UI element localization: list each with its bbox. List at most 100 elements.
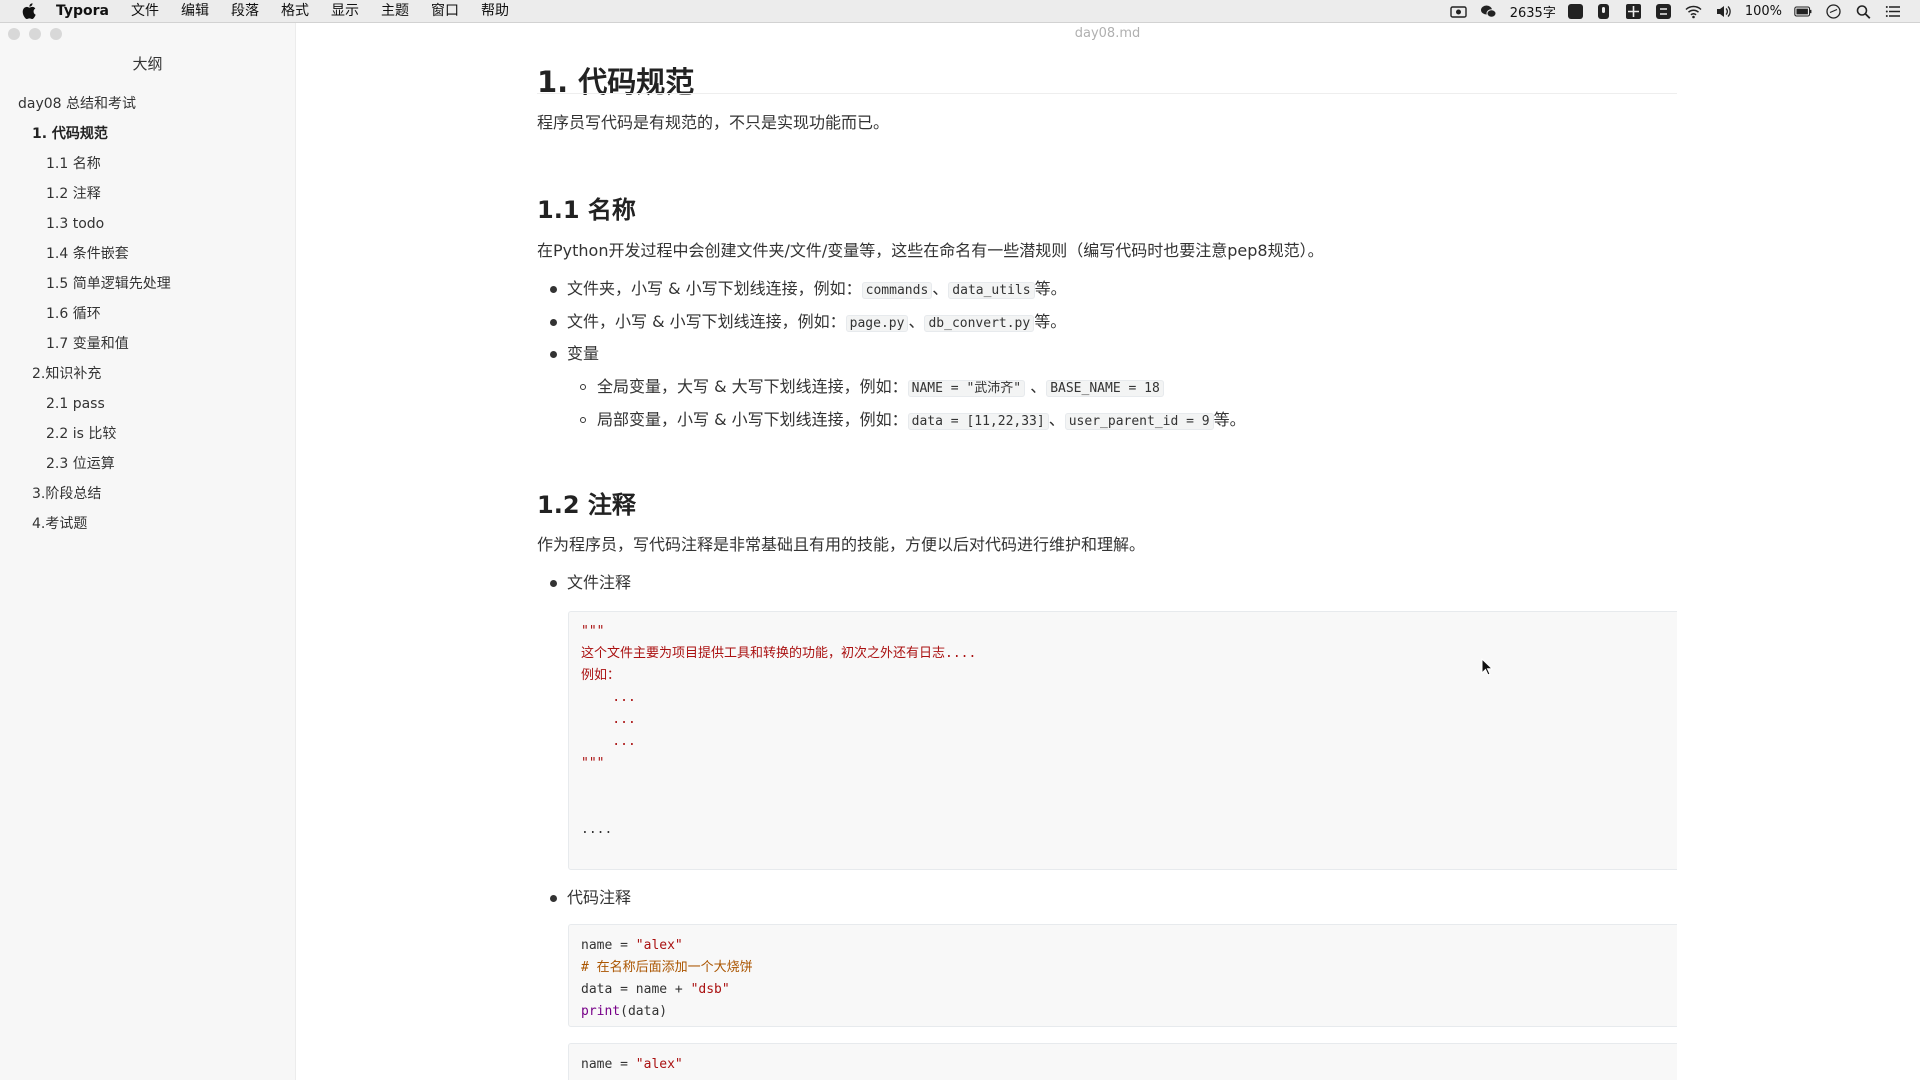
control-center-icon[interactable]	[1884, 3, 1902, 19]
list-item-local-var[interactable]: 局部变量，小写 & 小写下划线连接，例如： data = [11,22,33]、 u…	[597, 408, 1246, 434]
list-separator: 、	[908, 312, 925, 331]
code-token: name =	[581, 1057, 636, 1072]
list-text-end: 等。	[1034, 279, 1067, 298]
list-text-end: 等。	[1034, 312, 1067, 331]
comment-paragraph[interactable]: 作为程序员，写代码注释是非常基础且有用的技能，方便以后对代码进行维护和理解。	[537, 533, 1145, 557]
window-controls	[8, 28, 62, 40]
list-text: 文件，小写 & 小写下划线连接，例如：	[567, 312, 846, 331]
code-line: name = "alex"	[581, 1054, 683, 1076]
list-item-file[interactable]: 文件，小写 & 小写下划线连接，例如： page.py、 db_convert.py…	[567, 310, 1066, 336]
inline-code: BASE_NAME = 18	[1046, 380, 1164, 397]
code-line: """	[581, 1076, 604, 1080]
code-string: "alex"	[635, 938, 683, 953]
menu-paragraph[interactable]: 段落	[220, 0, 270, 22]
inline-code: data = [11,22,33]	[907, 413, 1049, 430]
outline-item[interactable]: 2.2 is 比较	[0, 419, 295, 449]
code-block-code-comment[interactable]: name = "alex" # 在名称后面添加一个大烧饼 data = name…	[568, 924, 1677, 1027]
list-item-file-comment[interactable]: 文件注释	[567, 571, 631, 595]
zoom-window-button[interactable]	[50, 28, 62, 40]
heading-divider	[537, 93, 1677, 94]
code-builtin: print	[581, 1004, 621, 1019]
minimize-window-button[interactable]	[29, 28, 41, 40]
outline-item[interactable]: 1.4 条件嵌套	[0, 239, 295, 269]
outline-item[interactable]: 2.知识补充	[0, 359, 295, 389]
list-separator: 、	[1048, 410, 1065, 429]
code-line: 这个文件主要为项目提供工具和转换的功能，初次之外还有日志....	[581, 646, 977, 661]
outline-item[interactable]: 2.3 位运算	[0, 449, 295, 479]
notification-icon[interactable]	[1824, 3, 1842, 19]
wifi-icon[interactable]	[1685, 3, 1703, 19]
bullet-dot	[550, 895, 557, 902]
sync-icon[interactable]	[1655, 3, 1673, 19]
outline-item[interactable]: 1.2 注释	[0, 179, 295, 209]
code-line: data = name + "dsb"	[581, 979, 730, 1001]
inline-code: commands	[861, 282, 933, 299]
inline-code: data_utils	[948, 282, 1035, 299]
wechat-icon[interactable]	[1480, 3, 1498, 19]
menu-file[interactable]: 文件	[120, 0, 170, 22]
outline-item[interactable]: 1.3 todo	[0, 209, 295, 239]
battery-percent[interactable]: 100%	[1745, 4, 1782, 19]
list-text: 文件夹，小写 & 小写下划线连接，例如：	[567, 279, 862, 298]
bullet-dot	[550, 286, 557, 293]
outline-item[interactable]: day08 总结和考试	[0, 89, 295, 119]
bullet-dot	[550, 319, 557, 326]
code-line: """	[581, 624, 605, 639]
volume-icon[interactable]	[1715, 3, 1733, 19]
search-icon[interactable]	[1854, 3, 1872, 19]
typora-window: 大纲 day08 总结和考试 1. 代码规范 1.1 名称 1.2 注释 1.3…	[0, 23, 1920, 1080]
outline-item[interactable]: 1.1 名称	[0, 149, 295, 179]
code-comment: # 在名称后面添加一个大烧饼	[581, 960, 753, 975]
menu-edit[interactable]: 编辑	[170, 0, 220, 22]
code-line: print(data)	[581, 1001, 667, 1023]
intro-paragraph[interactable]: 程序员写代码是有规范的，不只是实现功能而已。	[537, 111, 889, 135]
apple-icon[interactable]	[18, 0, 40, 22]
inline-code: db_convert.py	[924, 315, 1035, 332]
heading-1-1[interactable]: 1.1 名称	[537, 190, 636, 225]
battery-icon[interactable]	[1794, 3, 1812, 19]
naming-paragraph[interactable]: 在Python开发过程中会创建文件夹/文件/变量等，这些在命名有一些潜规则（编写…	[537, 239, 1324, 263]
outline-item[interactable]: 1.7 变量和值	[0, 329, 295, 359]
menu-format[interactable]: 格式	[270, 0, 320, 22]
mouse-pointer-icon	[1481, 658, 1493, 676]
menu-view[interactable]: 显示	[320, 0, 370, 22]
code-token: (data)	[620, 1004, 668, 1019]
code-block-file-comment[interactable]: """ 这个文件主要为项目提供工具和转换的功能，初次之外还有日志.... 例如：…	[568, 611, 1677, 870]
list-text: 全局变量，大写 & 大写下划线连接，例如：	[597, 377, 908, 396]
grid-icon[interactable]	[1625, 3, 1643, 19]
outline-item[interactable]: 1.5 简单逻辑先处理	[0, 269, 295, 299]
outline-sidebar: 大纲 day08 总结和考试 1. 代码规范 1.1 名称 1.2 注释 1.3…	[0, 23, 296, 1080]
outline-list: day08 总结和考试 1. 代码规范 1.1 名称 1.2 注释 1.3 to…	[0, 89, 295, 539]
list-item-folder[interactable]: 文件夹，小写 & 小写下划线连接，例如： commands、 data_utils 等…	[567, 277, 1067, 303]
bullet-dot	[550, 580, 557, 587]
editor-content[interactable]: 1. 代码规范 程序员写代码是有规范的，不只是实现功能而已。 1.1 名称 在P…	[537, 23, 1677, 1080]
outline-item[interactable]: 3.阶段总结	[0, 479, 295, 509]
outline-item[interactable]: 2.1 pass	[0, 389, 295, 419]
list-text: 局部变量，小写 & 小写下划线连接，例如：	[597, 410, 908, 429]
app-status-icon[interactable]	[1567, 3, 1583, 19]
heading-1[interactable]: 1. 代码规范	[537, 59, 694, 101]
outline-item[interactable]: 4.考试题	[0, 509, 295, 539]
screen-record-icon[interactable]	[1450, 3, 1468, 19]
list-item-global-var[interactable]: 全局变量，大写 & 大写下划线连接，例如： NAME = "武沛齐" 、 BASE_…	[597, 375, 1164, 401]
list-item-code-comment[interactable]: 代码注释	[567, 886, 631, 910]
code-line: ....	[581, 822, 613, 837]
word-count[interactable]: 2635字	[1510, 2, 1556, 21]
code-line: ...	[581, 712, 636, 727]
outline-item-active[interactable]: 1. 代码规范	[0, 119, 295, 149]
code-line: ...	[581, 690, 636, 705]
sub-bullet-circle	[580, 384, 586, 390]
outline-item[interactable]: 1.6 循环	[0, 299, 295, 329]
close-window-button[interactable]	[8, 28, 20, 40]
heading-1-2[interactable]: 1.2 注释	[537, 485, 636, 520]
code-line: ...	[581, 734, 636, 749]
menu-window[interactable]: 窗口	[420, 0, 470, 22]
list-item-variable[interactable]: 变量	[567, 342, 599, 366]
code-token: data = name +	[581, 982, 691, 997]
microphone-icon[interactable]	[1595, 3, 1613, 19]
menu-app-typora[interactable]: Typora	[40, 0, 120, 22]
menu-help[interactable]: 帮助	[470, 0, 520, 22]
menu-theme[interactable]: 主题	[370, 0, 420, 22]
code-line: """	[581, 756, 605, 771]
code-block-multiline-comment[interactable]: name = "alex" """	[568, 1043, 1677, 1080]
